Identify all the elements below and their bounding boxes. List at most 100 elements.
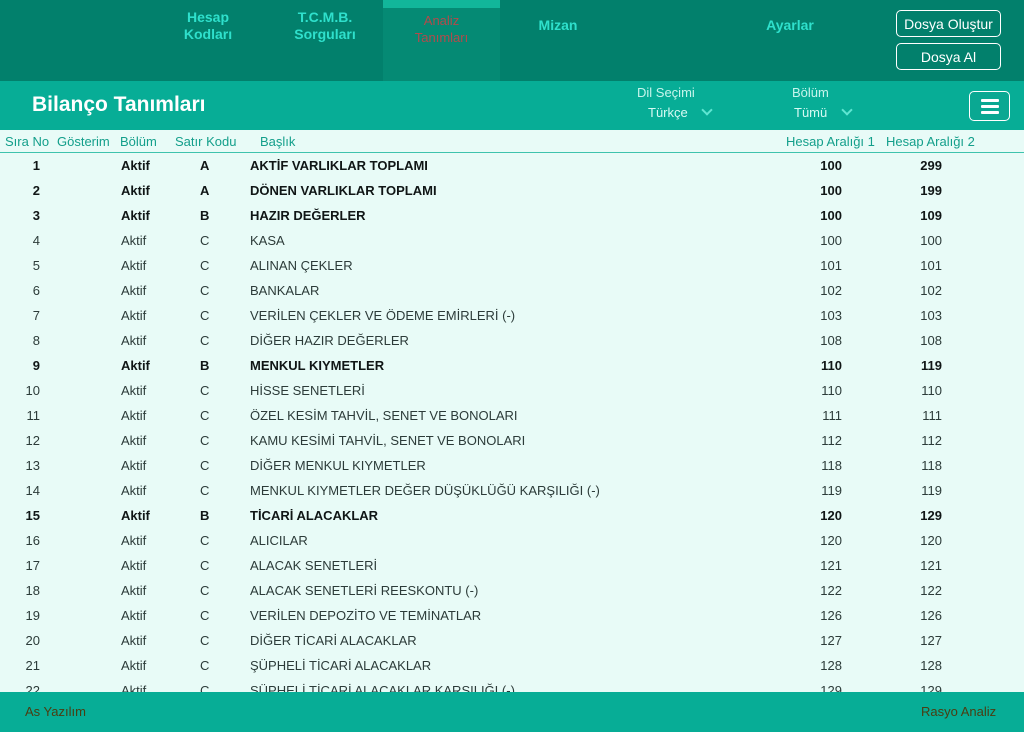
row-line-code: C — [200, 333, 210, 348]
row-account-range-2: 128 — [920, 658, 942, 673]
row-section: Aktif — [121, 683, 147, 692]
tab-tcmb-sorgulari[interactable]: T.C.M.B. Sorguları — [275, 0, 375, 81]
row-line-code: C — [200, 383, 210, 398]
tab-analiz-tanimlari[interactable]: Analiz Tanımları — [383, 0, 500, 81]
table-row[interactable]: 5 Aktif C ALINAN ÇEKLER 101 101 — [0, 254, 1024, 279]
row-line-code: C — [200, 233, 210, 248]
table-row[interactable]: 12 Aktif C KAMU KESİMİ TAHVİL, SENET VE BON… — [0, 429, 1024, 454]
footer-company: As Yazılım — [25, 704, 86, 719]
table-row[interactable]: 10 Aktif C HİSSE SENETLERİ 110 110 — [0, 379, 1024, 404]
table-row[interactable]: 3 Aktif B HAZIR DEĞERLER 100 109 — [0, 204, 1024, 229]
table-row[interactable]: 15 Aktif B TİCARİ ALACAKLAR 120 129 — [0, 504, 1024, 529]
create-file-button[interactable]: Dosya Oluştur — [896, 10, 1001, 37]
section-select[interactable]: Tümü — [794, 105, 827, 120]
chevron-down-icon[interactable] — [841, 104, 853, 116]
row-line-code: A — [200, 183, 210, 198]
chevron-down-icon[interactable] — [701, 104, 713, 116]
row-section: Aktif — [121, 458, 147, 473]
tab-hesap-kodlari[interactable]: Hesap Kodları — [168, 0, 248, 81]
row-title: KAMU KESİMİ TAHVİL, SENET VE BONOLARI — [250, 433, 526, 448]
row-title: ŞÜPHELİ TİCARİ ALACAKLAR KARŞILIĞI (-) — [250, 683, 515, 692]
row-account-range-2: 299 — [920, 158, 942, 173]
row-section: Aktif — [121, 333, 147, 348]
row-title: ALACAK SENETLERİ REESKONTU (-) — [250, 583, 479, 598]
table-row[interactable]: 14 Aktif C MENKUL KIYMETLER DEĞER DÜŞÜKLÜĞÜ… — [0, 479, 1024, 504]
row-title: MENKUL KIYMETLER DEĞER DÜŞÜKLÜĞÜ KARŞILI… — [250, 483, 600, 498]
row-line-code: C — [200, 483, 210, 498]
tab-mizan[interactable]: Mizan — [518, 0, 598, 81]
row-account-range-2: 126 — [920, 608, 942, 623]
column-header-satir-kodu[interactable]: Satır Kodu — [175, 134, 236, 149]
row-line-code: C — [200, 308, 210, 323]
row-account-range-2: 119 — [921, 483, 942, 498]
table-row[interactable]: 22 Aktif C ŞÜPHELİ TİCARİ ALACAKLAR KARŞILI… — [0, 679, 1024, 692]
row-line-code: C — [200, 608, 210, 623]
row-section: Aktif — [121, 358, 150, 373]
table-row[interactable]: 7 Aktif C VERİLEN ÇEKLER VE ÖDEME EMİRLERİ … — [0, 304, 1024, 329]
row-number: 15 — [25, 508, 40, 523]
tab-label-line: Sorguları — [294, 26, 356, 42]
table-row[interactable]: 6 Aktif C BANKALAR 102 102 — [0, 279, 1024, 304]
table-row[interactable]: 18 Aktif C ALACAK SENETLERİ REESKONTU (-) 12… — [0, 579, 1024, 604]
row-title: HİSSE SENETLERİ — [250, 383, 365, 398]
row-section: Aktif — [121, 508, 150, 523]
row-number: 22 — [25, 683, 40, 692]
row-account-range-2: 103 — [920, 308, 942, 323]
table-row[interactable]: 9 Aktif B MENKUL KIYMETLER 110 119 — [0, 354, 1024, 379]
row-title: DÖNEN VARLIKLAR TOPLAMI — [250, 183, 437, 198]
table-row[interactable]: 11 Aktif C ÖZEL KESİM TAHVİL, SENET VE BONO… — [0, 404, 1024, 429]
menu-line — [981, 111, 999, 114]
row-account-range-1: 108 — [820, 333, 842, 348]
column-header-bolum[interactable]: Bölüm — [120, 134, 157, 149]
title-bar: Bilanço Tanımları Dil Seçimi Türkçe Bölü… — [0, 81, 1024, 130]
row-title: ALINAN ÇEKLER — [250, 258, 353, 273]
table-row[interactable]: 2 Aktif A DÖNEN VARLIKLAR TOPLAMI 100 199 — [0, 179, 1024, 204]
column-header-hesap-araligi-2[interactable]: Hesap Aralığı 2 — [886, 134, 975, 149]
row-title: KASA — [250, 233, 285, 248]
row-section: Aktif — [121, 433, 147, 448]
row-title: HAZIR DEĞERLER — [250, 208, 366, 223]
row-section: Aktif — [121, 258, 147, 273]
row-account-range-1: 129 — [820, 683, 842, 692]
row-account-range-1: 122 — [820, 583, 842, 598]
get-file-button[interactable]: Dosya Al — [896, 43, 1001, 70]
row-account-range-2: 101 — [920, 258, 942, 273]
row-account-range-2: 122 — [920, 583, 942, 598]
menu-line — [981, 99, 999, 102]
table-row[interactable]: 16 Aktif C ALICILAR 120 120 — [0, 529, 1024, 554]
language-select[interactable]: Türkçe — [648, 105, 688, 120]
table-row[interactable]: 21 Aktif C ŞÜPHELİ TİCARİ ALACAKLAR 128 128 — [0, 654, 1024, 679]
table-row[interactable]: 8 Aktif C DİĞER HAZIR DEĞERLER 108 108 — [0, 329, 1024, 354]
row-section: Aktif — [121, 283, 147, 298]
row-line-code: C — [200, 258, 210, 273]
table-row[interactable]: 20 Aktif C DİĞER TİCARİ ALACAKLAR 127 127 — [0, 629, 1024, 654]
row-account-range-1: 100 — [820, 183, 842, 198]
column-header-no[interactable]: Sıra No — [5, 134, 49, 149]
row-account-range-1: 112 — [821, 433, 842, 448]
column-header-baslik[interactable]: Başlık — [260, 134, 295, 149]
row-account-range-1: 102 — [820, 283, 842, 298]
row-line-code: C — [200, 633, 210, 648]
hamburger-menu-icon[interactable] — [969, 91, 1010, 121]
row-line-code: A — [200, 158, 210, 173]
row-line-code: C — [200, 658, 210, 673]
table-row[interactable]: 17 Aktif C ALACAK SENETLERİ 121 121 — [0, 554, 1024, 579]
row-section: Aktif — [121, 658, 147, 673]
row-number: 8 — [32, 333, 40, 348]
row-line-code: C — [200, 283, 210, 298]
row-account-range-1: 100 — [820, 233, 842, 248]
table-row[interactable]: 4 Aktif C KASA 100 100 — [0, 229, 1024, 254]
row-account-range-2: 118 — [921, 458, 942, 473]
top-navigation-bar: Hesap Kodları T.C.M.B. Sorguları Analiz … — [0, 0, 1024, 81]
table-header: Sıra No Gösterim Bölüm Satır Kodu Başlık… — [0, 130, 1024, 153]
tab-ayarlar[interactable]: Ayarlar — [750, 0, 830, 81]
column-header-hesap-araligi-1[interactable]: Hesap Aralığı 1 — [786, 134, 875, 149]
column-header-gosterim[interactable]: Gösterim — [57, 134, 110, 149]
table-row[interactable]: 13 Aktif C DİĞER MENKUL KIYMETLER 118 118 — [0, 454, 1024, 479]
table-row[interactable]: 19 Aktif C VERİLEN DEPOZİTO VE TEMİNATLAR 12… — [0, 604, 1024, 629]
table-row[interactable]: 1 Aktif A AKTİF VARLIKLAR TOPLAMI 100 299 — [0, 154, 1024, 179]
row-account-range-1: 110 — [821, 383, 842, 398]
row-account-range-1: 120 — [820, 508, 842, 523]
row-account-range-2: 102 — [920, 283, 942, 298]
row-account-range-2: 111 — [922, 408, 942, 423]
